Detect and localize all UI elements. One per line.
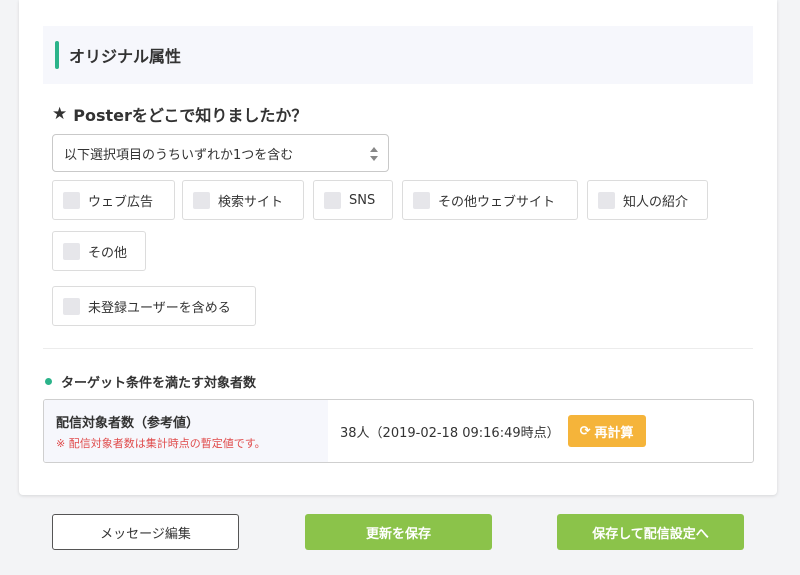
- checkbox[interactable]: [324, 191, 341, 209]
- target-count-table: 配信対象者数（参考値） ※ 配信対象者数は集計時点の暫定値です。 38人（201…: [43, 399, 754, 463]
- checkbox[interactable]: [63, 191, 80, 209]
- bullet-dot-icon: [45, 378, 52, 385]
- option-other-website[interactable]: その他ウェブサイト: [402, 180, 578, 220]
- count-label: 配信対象者数（参考値）: [56, 416, 200, 431]
- option-label: SNS: [349, 192, 376, 208]
- section-header: オリジナル属性: [43, 26, 753, 84]
- select-arrows-icon: [370, 147, 378, 161]
- condition-select[interactable]: 以下選択項目のうちいずれか1つを含む: [52, 134, 389, 172]
- question-text: Posterをどこで知りましたか？: [73, 106, 308, 125]
- option-other[interactable]: その他: [52, 231, 146, 271]
- question-title: ★ Posterをどこで知りましたか？: [52, 102, 307, 126]
- option-web-ad[interactable]: ウェブ広告: [52, 180, 175, 220]
- option-label: その他: [88, 245, 128, 261]
- settings-card: オリジナル属性 ★ Posterをどこで知りましたか？ 以下選択項目のうちいずれ…: [19, 0, 777, 495]
- count-label-cell: 配信対象者数（参考値） ※ 配信対象者数は集計時点の暫定値です。: [44, 400, 328, 462]
- option-search-site[interactable]: 検索サイト: [182, 180, 304, 220]
- option-label: 未登録ユーザーを含める: [88, 300, 231, 316]
- option-label: ウェブ広告: [88, 194, 154, 210]
- condition-select-value: 以下選択項目のうちいずれか1つを含む: [64, 147, 294, 163]
- section-title: オリジナル属性: [69, 47, 182, 66]
- refresh-icon: ⟳: [579, 423, 591, 439]
- option-sns[interactable]: SNS: [313, 180, 393, 220]
- checkbox[interactable]: [598, 191, 615, 209]
- divider: [43, 348, 753, 349]
- checkbox[interactable]: [63, 242, 80, 260]
- option-include-unregistered[interactable]: 未登録ユーザーを含める: [52, 286, 256, 326]
- checkbox[interactable]: [63, 297, 80, 315]
- option-label: その他ウェブサイト: [438, 194, 556, 210]
- save-button[interactable]: 更新を保存: [305, 514, 492, 550]
- checkbox[interactable]: [193, 191, 210, 209]
- option-label: 知人の紹介: [623, 194, 689, 210]
- recalculate-button[interactable]: ⟳ 再計算: [567, 415, 646, 447]
- option-label: 検索サイト: [218, 194, 284, 210]
- count-value: 38人（2019-02-18 09:16:49時点）: [340, 425, 560, 441]
- count-value-cell: 38人（2019-02-18 09:16:49時点） ⟳ 再計算: [340, 400, 646, 462]
- target-heading: ターゲット条件を満たす対象者数: [45, 372, 256, 391]
- target-heading-text: ターゲット条件を満たす対象者数: [61, 376, 257, 391]
- checkbox[interactable]: [413, 191, 430, 209]
- star-icon: ★: [52, 104, 68, 124]
- save-and-configure-button[interactable]: 保存して配信設定へ: [557, 514, 744, 550]
- section-accent-bar: [55, 41, 59, 69]
- count-note: ※ 配信対象者数は集計時点の暫定値です。: [56, 437, 266, 450]
- recalculate-label: 再計算: [594, 425, 634, 441]
- edit-message-button[interactable]: メッセージ編集: [52, 514, 239, 550]
- option-referral[interactable]: 知人の紹介: [587, 180, 708, 220]
